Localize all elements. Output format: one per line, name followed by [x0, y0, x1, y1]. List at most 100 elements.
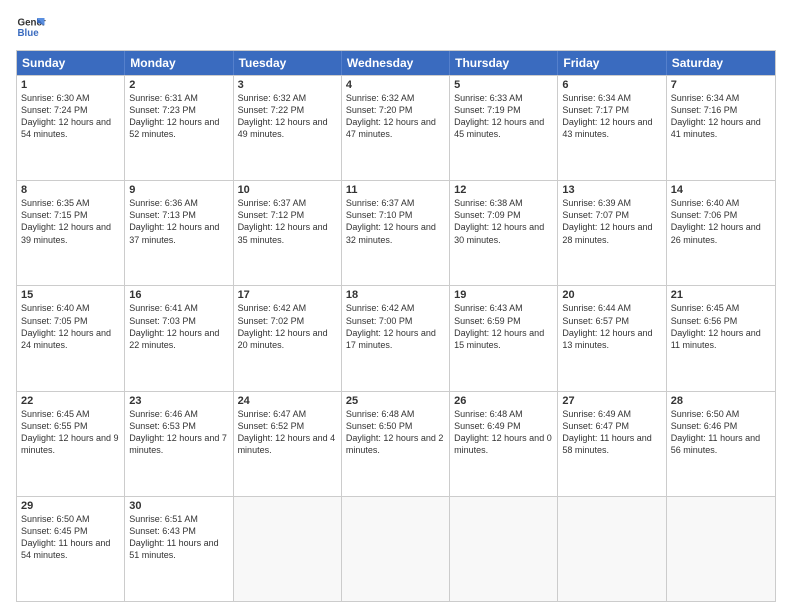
- header-saturday: Saturday: [667, 51, 775, 75]
- cal-cell: 30Sunrise: 6:51 AM Sunset: 6:43 PM Dayli…: [125, 497, 233, 601]
- day-info: Sunrise: 6:39 AM Sunset: 7:07 PM Dayligh…: [562, 197, 661, 246]
- day-number: 30: [129, 500, 228, 512]
- day-info: Sunrise: 6:45 AM Sunset: 6:56 PM Dayligh…: [671, 302, 771, 351]
- cal-cell: 14Sunrise: 6:40 AM Sunset: 7:06 PM Dayli…: [667, 181, 775, 285]
- day-info: Sunrise: 6:42 AM Sunset: 7:00 PM Dayligh…: [346, 302, 445, 351]
- header-tuesday: Tuesday: [234, 51, 342, 75]
- cal-cell: [667, 497, 775, 601]
- day-info: Sunrise: 6:31 AM Sunset: 7:23 PM Dayligh…: [129, 92, 228, 141]
- cal-cell: 3Sunrise: 6:32 AM Sunset: 7:22 PM Daylig…: [234, 76, 342, 180]
- calendar-body: 1Sunrise: 6:30 AM Sunset: 7:24 PM Daylig…: [17, 75, 775, 601]
- cal-cell: 8Sunrise: 6:35 AM Sunset: 7:15 PM Daylig…: [17, 181, 125, 285]
- day-info: Sunrise: 6:37 AM Sunset: 7:10 PM Dayligh…: [346, 197, 445, 246]
- day-number: 12: [454, 184, 553, 196]
- day-number: 18: [346, 289, 445, 301]
- day-info: Sunrise: 6:48 AM Sunset: 6:49 PM Dayligh…: [454, 408, 553, 457]
- day-number: 22: [21, 395, 120, 407]
- day-number: 20: [562, 289, 661, 301]
- cal-cell: 5Sunrise: 6:33 AM Sunset: 7:19 PM Daylig…: [450, 76, 558, 180]
- cal-cell: 25Sunrise: 6:48 AM Sunset: 6:50 PM Dayli…: [342, 392, 450, 496]
- day-number: 1: [21, 79, 120, 91]
- day-number: 25: [346, 395, 445, 407]
- calendar: Sunday Monday Tuesday Wednesday Thursday…: [16, 50, 776, 602]
- cal-cell: [558, 497, 666, 601]
- cal-cell: 23Sunrise: 6:46 AM Sunset: 6:53 PM Dayli…: [125, 392, 233, 496]
- day-info: Sunrise: 6:46 AM Sunset: 6:53 PM Dayligh…: [129, 408, 228, 457]
- cal-cell: 27Sunrise: 6:49 AM Sunset: 6:47 PM Dayli…: [558, 392, 666, 496]
- day-number: 27: [562, 395, 661, 407]
- cal-cell: 6Sunrise: 6:34 AM Sunset: 7:17 PM Daylig…: [558, 76, 666, 180]
- day-number: 4: [346, 79, 445, 91]
- cal-cell: 19Sunrise: 6:43 AM Sunset: 6:59 PM Dayli…: [450, 286, 558, 390]
- day-info: Sunrise: 6:33 AM Sunset: 7:19 PM Dayligh…: [454, 92, 553, 141]
- day-number: 23: [129, 395, 228, 407]
- logo: General Blue: [16, 12, 46, 42]
- page-header: General Blue: [16, 12, 776, 42]
- day-number: 16: [129, 289, 228, 301]
- cal-cell: 1Sunrise: 6:30 AM Sunset: 7:24 PM Daylig…: [17, 76, 125, 180]
- calendar-row: 15Sunrise: 6:40 AM Sunset: 7:05 PM Dayli…: [17, 285, 775, 390]
- cal-cell: 12Sunrise: 6:38 AM Sunset: 7:09 PM Dayli…: [450, 181, 558, 285]
- cal-cell: 16Sunrise: 6:41 AM Sunset: 7:03 PM Dayli…: [125, 286, 233, 390]
- cal-cell: 17Sunrise: 6:42 AM Sunset: 7:02 PM Dayli…: [234, 286, 342, 390]
- day-info: Sunrise: 6:37 AM Sunset: 7:12 PM Dayligh…: [238, 197, 337, 246]
- day-number: 19: [454, 289, 553, 301]
- day-info: Sunrise: 6:35 AM Sunset: 7:15 PM Dayligh…: [21, 197, 120, 246]
- svg-text:Blue: Blue: [18, 28, 40, 39]
- cal-cell: [342, 497, 450, 601]
- day-number: 8: [21, 184, 120, 196]
- cal-cell: 20Sunrise: 6:44 AM Sunset: 6:57 PM Dayli…: [558, 286, 666, 390]
- day-number: 13: [562, 184, 661, 196]
- cal-cell: [450, 497, 558, 601]
- day-info: Sunrise: 6:51 AM Sunset: 6:43 PM Dayligh…: [129, 513, 228, 562]
- day-info: Sunrise: 6:41 AM Sunset: 7:03 PM Dayligh…: [129, 302, 228, 351]
- calendar-page: General Blue Sunday Monday Tuesday Wedne…: [0, 0, 792, 612]
- calendar-row: 8Sunrise: 6:35 AM Sunset: 7:15 PM Daylig…: [17, 180, 775, 285]
- cal-cell: 22Sunrise: 6:45 AM Sunset: 6:55 PM Dayli…: [17, 392, 125, 496]
- cal-cell: 7Sunrise: 6:34 AM Sunset: 7:16 PM Daylig…: [667, 76, 775, 180]
- header-thursday: Thursday: [450, 51, 558, 75]
- day-info: Sunrise: 6:34 AM Sunset: 7:17 PM Dayligh…: [562, 92, 661, 141]
- day-number: 15: [21, 289, 120, 301]
- calendar-row: 29Sunrise: 6:50 AM Sunset: 6:45 PM Dayli…: [17, 496, 775, 601]
- cal-cell: 26Sunrise: 6:48 AM Sunset: 6:49 PM Dayli…: [450, 392, 558, 496]
- day-info: Sunrise: 6:30 AM Sunset: 7:24 PM Dayligh…: [21, 92, 120, 141]
- cal-cell: 13Sunrise: 6:39 AM Sunset: 7:07 PM Dayli…: [558, 181, 666, 285]
- header-wednesday: Wednesday: [342, 51, 450, 75]
- day-info: Sunrise: 6:50 AM Sunset: 6:46 PM Dayligh…: [671, 408, 771, 457]
- day-number: 14: [671, 184, 771, 196]
- day-info: Sunrise: 6:38 AM Sunset: 7:09 PM Dayligh…: [454, 197, 553, 246]
- day-number: 28: [671, 395, 771, 407]
- day-info: Sunrise: 6:43 AM Sunset: 6:59 PM Dayligh…: [454, 302, 553, 351]
- calendar-row: 22Sunrise: 6:45 AM Sunset: 6:55 PM Dayli…: [17, 391, 775, 496]
- day-info: Sunrise: 6:47 AM Sunset: 6:52 PM Dayligh…: [238, 408, 337, 457]
- calendar-row: 1Sunrise: 6:30 AM Sunset: 7:24 PM Daylig…: [17, 75, 775, 180]
- day-number: 9: [129, 184, 228, 196]
- calendar-header: Sunday Monday Tuesday Wednesday Thursday…: [17, 51, 775, 75]
- day-number: 10: [238, 184, 337, 196]
- day-number: 26: [454, 395, 553, 407]
- day-number: 24: [238, 395, 337, 407]
- logo-icon: General Blue: [16, 12, 46, 42]
- header-friday: Friday: [558, 51, 666, 75]
- cal-cell: 21Sunrise: 6:45 AM Sunset: 6:56 PM Dayli…: [667, 286, 775, 390]
- day-info: Sunrise: 6:48 AM Sunset: 6:50 PM Dayligh…: [346, 408, 445, 457]
- day-info: Sunrise: 6:42 AM Sunset: 7:02 PM Dayligh…: [238, 302, 337, 351]
- cal-cell: 10Sunrise: 6:37 AM Sunset: 7:12 PM Dayli…: [234, 181, 342, 285]
- cal-cell: 2Sunrise: 6:31 AM Sunset: 7:23 PM Daylig…: [125, 76, 233, 180]
- cal-cell: 28Sunrise: 6:50 AM Sunset: 6:46 PM Dayli…: [667, 392, 775, 496]
- day-number: 29: [21, 500, 120, 512]
- day-number: 7: [671, 79, 771, 91]
- cal-cell: 29Sunrise: 6:50 AM Sunset: 6:45 PM Dayli…: [17, 497, 125, 601]
- day-info: Sunrise: 6:32 AM Sunset: 7:20 PM Dayligh…: [346, 92, 445, 141]
- cal-cell: 9Sunrise: 6:36 AM Sunset: 7:13 PM Daylig…: [125, 181, 233, 285]
- day-info: Sunrise: 6:32 AM Sunset: 7:22 PM Dayligh…: [238, 92, 337, 141]
- day-number: 6: [562, 79, 661, 91]
- cal-cell: 18Sunrise: 6:42 AM Sunset: 7:00 PM Dayli…: [342, 286, 450, 390]
- header-monday: Monday: [125, 51, 233, 75]
- day-info: Sunrise: 6:36 AM Sunset: 7:13 PM Dayligh…: [129, 197, 228, 246]
- day-info: Sunrise: 6:45 AM Sunset: 6:55 PM Dayligh…: [21, 408, 120, 457]
- cal-cell: 15Sunrise: 6:40 AM Sunset: 7:05 PM Dayli…: [17, 286, 125, 390]
- cal-cell: 24Sunrise: 6:47 AM Sunset: 6:52 PM Dayli…: [234, 392, 342, 496]
- day-info: Sunrise: 6:50 AM Sunset: 6:45 PM Dayligh…: [21, 513, 120, 562]
